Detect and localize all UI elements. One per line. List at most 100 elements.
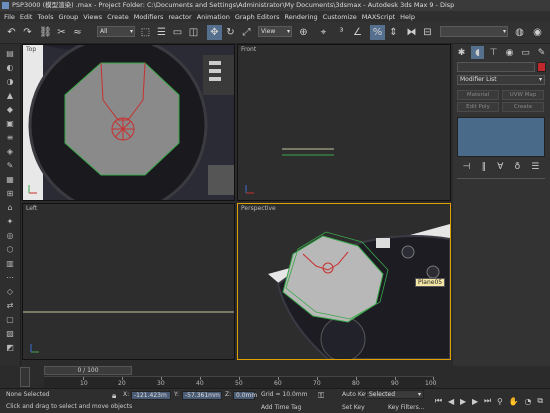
tool-icon-20[interactable]: ▢ <box>3 314 17 325</box>
percent-snap-icon[interactable]: % <box>370 25 385 40</box>
tool-icon-17[interactable]: ⋯ <box>3 272 17 283</box>
tool-icon-4[interactable]: ▲ <box>3 90 17 101</box>
menu-edit[interactable]: Edit <box>20 13 33 21</box>
edit-poly-button[interactable]: Edit Poly <box>457 102 499 112</box>
menu-help[interactable]: Help <box>400 13 415 21</box>
tool-icon-6[interactable]: ▣ <box>3 118 17 129</box>
uvw-map-button[interactable]: UVW Map <box>502 90 544 100</box>
display-tab-icon[interactable]: ▭ <box>519 46 532 59</box>
tool-icon-18[interactable]: ◇ <box>3 286 17 297</box>
tool-icon-16[interactable]: ▥ <box>3 258 17 269</box>
object-color-swatch[interactable] <box>537 62 546 72</box>
tool-icon-9[interactable]: ✎ <box>3 160 17 171</box>
utilities-tab-icon[interactable]: ✎ <box>535 46 548 59</box>
menu-file[interactable]: File <box>4 13 15 21</box>
snap-toggle-icon[interactable]: ³ <box>334 25 349 40</box>
menu-customize[interactable]: Customize <box>323 13 357 21</box>
previous-frame-icon[interactable]: ◀ <box>448 397 454 406</box>
menu-tools[interactable]: Tools <box>37 13 53 21</box>
rect-selection-icon[interactable]: ▭ <box>170 25 185 40</box>
link-icon[interactable]: ⛓ <box>38 25 53 40</box>
menu-animation[interactable]: Animation <box>197 13 230 21</box>
hierarchy-tab-icon[interactable]: ⊤ <box>487 46 500 59</box>
reference-coordinate-dropdown[interactable]: View ▾ <box>258 26 292 37</box>
tool-icon-19[interactable]: ⇄ <box>3 300 17 311</box>
viewport-top-label[interactable]: Top <box>26 46 36 53</box>
tool-icon-7[interactable]: ≡ <box>3 132 17 143</box>
select-scale-icon[interactable]: ⤢ <box>239 25 254 40</box>
tool-icon-3[interactable]: ◑ <box>3 76 17 87</box>
viewport-perspective[interactable]: Perspective Plane05 <box>237 203 451 360</box>
select-by-name-icon[interactable]: ☰ <box>154 25 169 40</box>
object-name-field[interactable] <box>457 62 535 72</box>
menu-rendering[interactable]: Rendering <box>284 13 317 21</box>
pan-icon[interactable]: ✋ <box>509 397 519 406</box>
show-end-result-icon[interactable]: ‖ <box>482 162 487 172</box>
mirror-icon[interactable]: ⧓ <box>404 25 419 40</box>
track-bar[interactable]: 10 20 30 40 50 60 70 80 90 100 <box>44 376 436 388</box>
tool-icon-1[interactable]: ▤ <box>3 48 17 59</box>
menu-create[interactable]: Create <box>107 13 129 21</box>
render-icon[interactable]: ◉ <box>530 25 545 40</box>
viewport-perspective-label[interactable]: Perspective <box>241 205 276 212</box>
viewport-front[interactable]: Front <box>237 44 451 201</box>
material-button[interactable]: Material <box>457 90 499 100</box>
configure-modifier-sets-icon[interactable]: ☰ <box>531 162 539 172</box>
tool-icon-8[interactable]: ◈ <box>3 146 17 157</box>
named-selection-sets-dropdown[interactable]: ▾ <box>440 26 508 37</box>
menu-graph-editors[interactable]: Graph Editors <box>235 13 280 21</box>
next-frame-icon[interactable]: ▶ <box>472 397 478 406</box>
modify-tab-icon[interactable]: ◖ <box>471 46 484 59</box>
menu-views[interactable]: Views <box>83 13 102 21</box>
make-unique-icon[interactable]: ∀ <box>497 162 503 172</box>
maximize-viewport-icon[interactable]: ⧉ <box>537 396 543 406</box>
menu-reactor[interactable]: reactor <box>168 13 191 21</box>
tool-icon-22[interactable]: ◩ <box>3 342 17 353</box>
select-object-icon[interactable]: ⬚ <box>138 25 153 40</box>
viewport-left-label[interactable]: Left <box>26 205 37 212</box>
tool-icon-2[interactable]: ◐ <box>3 62 17 73</box>
unlink-icon[interactable]: ✂ <box>54 25 69 40</box>
undo-icon[interactable]: ↶ <box>4 25 19 40</box>
time-slider[interactable]: 0 / 100 <box>44 366 132 375</box>
viewport-front-label[interactable]: Front <box>241 46 256 53</box>
modifier-stack[interactable] <box>457 117 545 157</box>
menu-modifiers[interactable]: Modifiers <box>134 13 164 21</box>
spinner-snap-icon[interactable]: ⇕ <box>386 25 401 40</box>
tool-icon-5[interactable]: ◆ <box>3 104 17 115</box>
bind-space-warp-icon[interactable]: ≈ <box>70 25 85 40</box>
select-manipulate-icon[interactable]: ⌖ <box>316 25 331 40</box>
modifier-list-dropdown[interactable]: Modifier List ▾ <box>457 75 545 85</box>
zoom-icon[interactable]: ⚲ <box>497 397 503 406</box>
menu-group[interactable]: Group <box>59 13 79 21</box>
angle-snap-icon[interactable]: ∠ <box>350 25 365 40</box>
selection-filter-dropdown[interactable]: All ▾ <box>97 26 135 37</box>
tool-icon-14[interactable]: ◎ <box>3 230 17 241</box>
orbit-icon[interactable]: ◔ <box>525 397 532 406</box>
timeline-config-icon[interactable] <box>20 367 30 387</box>
menu-maxscript[interactable]: MAXScript <box>362 13 395 21</box>
tool-icon-12[interactable]: ⌂ <box>3 202 17 213</box>
viewport-top[interactable]: Top <box>22 44 235 201</box>
tool-icon-10[interactable]: ▦ <box>3 174 17 185</box>
pivot-center-icon[interactable]: ⊕ <box>296 25 311 40</box>
set-key-button[interactable]: Set Key <box>342 404 365 411</box>
x-coordinate-field[interactable]: -121.423m <box>131 391 171 400</box>
lock-selection-icon[interactable]: 🔒︎ <box>112 391 116 401</box>
auto-key-button[interactable]: Auto Key <box>342 391 369 398</box>
material-editor-icon[interactable]: ◍ <box>512 25 527 40</box>
window-crossing-icon[interactable]: ◫ <box>186 25 201 40</box>
redo-icon[interactable]: ↷ <box>20 25 35 40</box>
go-to-end-icon[interactable]: ⏭ <box>484 396 491 406</box>
key-filters-button[interactable]: Key Filters... <box>388 404 425 411</box>
remove-modifier-icon[interactable]: ð <box>515 162 521 172</box>
viewport-left[interactable]: Left <box>22 203 235 360</box>
pin-stack-icon[interactable]: ⊣ <box>463 162 471 172</box>
tool-icon-15[interactable]: ⬡ <box>3 244 17 255</box>
align-icon[interactable]: ⊟ <box>420 25 435 40</box>
y-coordinate-field[interactable]: -57.361mm <box>182 391 222 400</box>
add-time-tag[interactable]: Add Time Tag <box>261 404 301 411</box>
motion-tab-icon[interactable]: ◉ <box>503 46 516 59</box>
play-icon[interactable]: ▶ <box>460 397 466 406</box>
tool-icon-13[interactable]: ✦ <box>3 216 17 227</box>
